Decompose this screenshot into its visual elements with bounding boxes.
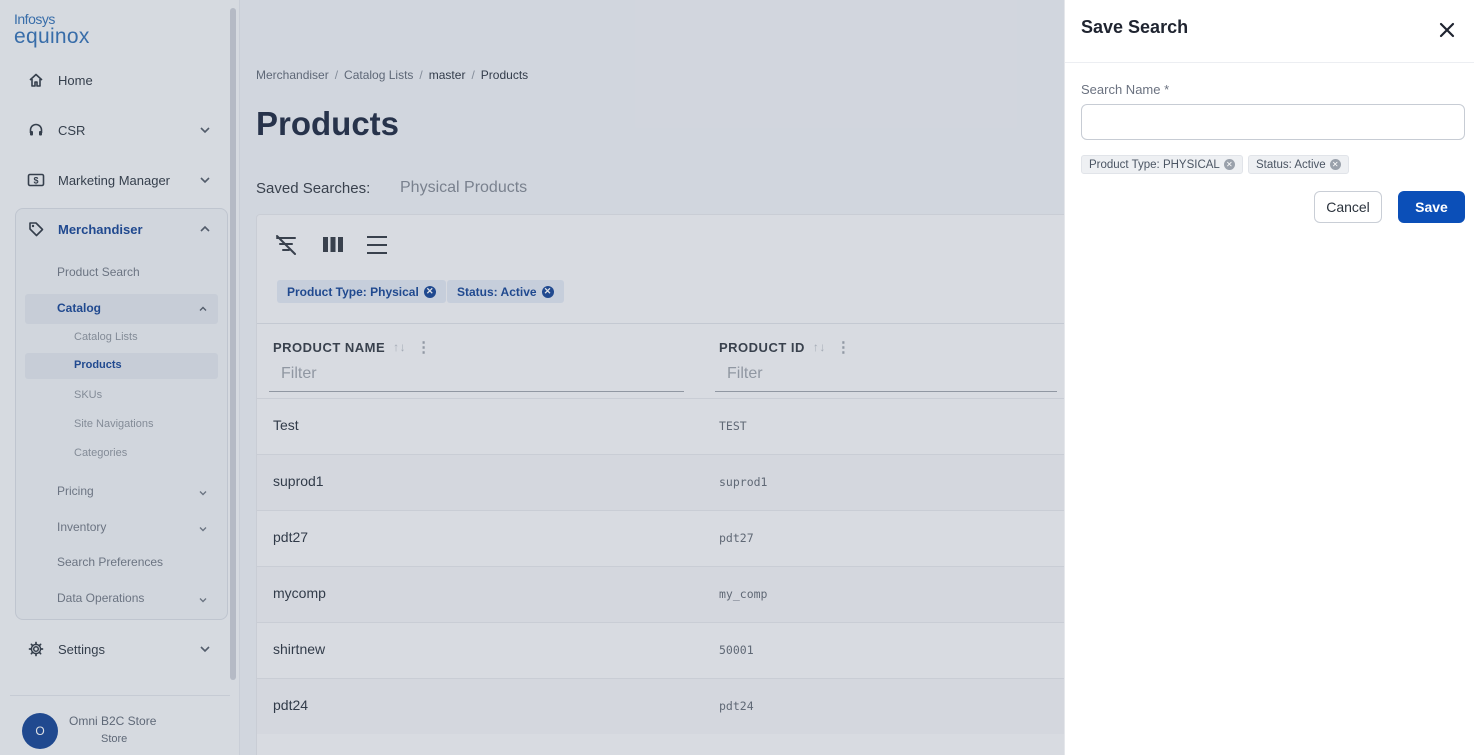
drawer-title: Save Search <box>1081 17 1189 37</box>
search-name-label: Search Name * <box>1081 82 1170 97</box>
remove-chip-icon[interactable]: ✕ <box>1223 159 1235 170</box>
drawer-chip-status[interactable]: Status: Active ✕ <box>1248 155 1349 174</box>
save-search-drawer: Save Search Search Name * Product Type: … <box>1064 0 1474 755</box>
required-mark: * <box>1164 82 1170 97</box>
modal-backdrop[interactable] <box>0 0 1064 755</box>
drawer-chip-product-type[interactable]: Product Type: PHYSICAL ✕ <box>1081 155 1243 174</box>
cancel-button[interactable]: Cancel <box>1314 191 1382 223</box>
close-icon[interactable] <box>1437 20 1457 40</box>
remove-chip-icon[interactable]: ✕ <box>1329 159 1341 170</box>
save-button[interactable]: Save <box>1398 191 1465 223</box>
drawer-header-divider <box>1065 62 1474 63</box>
search-name-input[interactable] <box>1081 104 1465 140</box>
